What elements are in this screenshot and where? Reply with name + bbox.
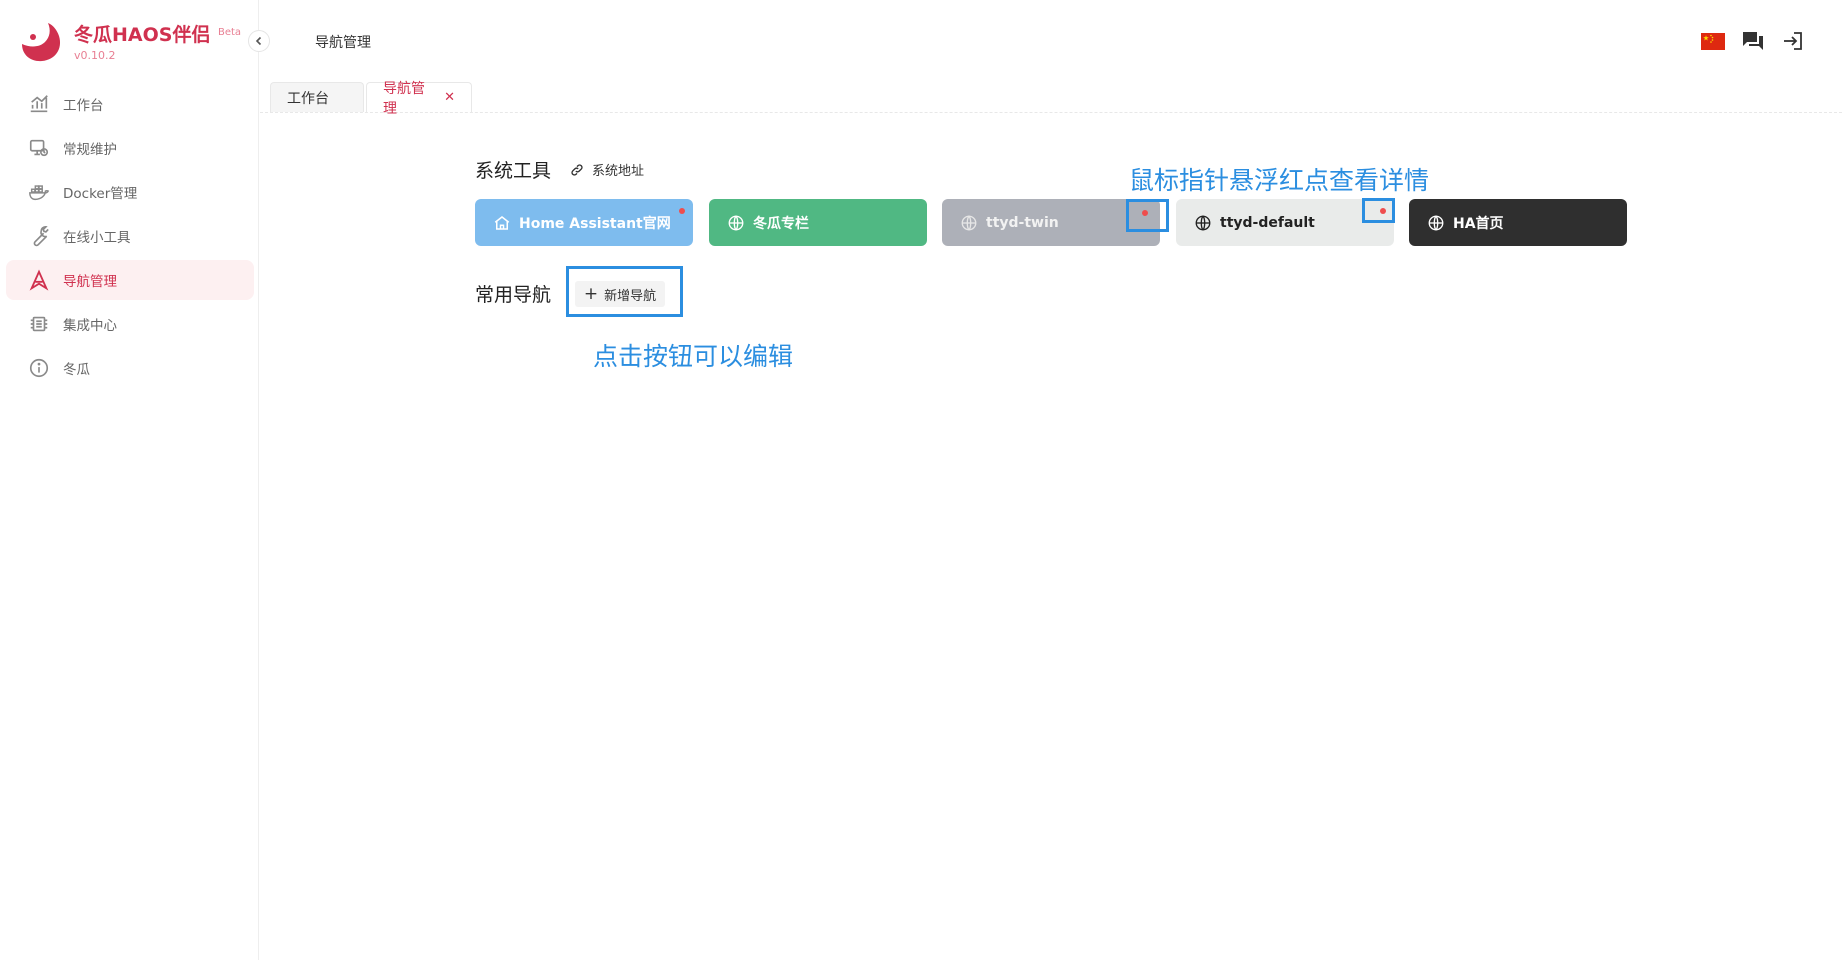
tool-button-label: HA首页 [1453,215,1504,232]
sidebar-item-dashboard[interactable]: 工作台 [6,84,254,124]
link-icon [571,163,583,176]
sidebar-item-label: 在线小工具 [63,230,131,246]
tool-button-ha-home[interactable]: HA首页 [1409,199,1627,246]
globe-icon [1195,214,1211,231]
tool-button-label: ttyd-default [1220,214,1315,231]
brand[interactable]: 冬瓜HAOS伴侣 Beta v0.10.2 [18,18,248,68]
close-icon[interactable]: ✕ [444,90,455,105]
sidebar-item-docker[interactable]: Docker管理 [6,172,254,212]
tab-label: 工作台 [287,90,329,107]
sidebar-item-label: Docker管理 [63,186,138,202]
globe-icon [961,214,977,231]
collapse-sidebar-button[interactable] [248,30,270,52]
info-icon [29,358,49,378]
tool-button-ttyd-default[interactable]: ttyd-default [1176,199,1394,246]
sidebar-item-label: 常规维护 [63,142,117,158]
navigation-icon [29,269,49,291]
click-tip-annotation: 点击按钮可以编辑 [593,342,794,371]
chat-icon [1743,32,1763,50]
docker-icon [29,185,50,201]
beta-badge: Beta [218,27,242,38]
globe-icon [1428,214,1444,231]
sidebar: 冬瓜HAOS伴侣 Beta v0.10.2 工作台 常规维护 Docker管理 [0,0,259,960]
sidebar-item-online-tools[interactable]: 在线小工具 [6,216,254,256]
system-address-link[interactable]: 系统地址 [570,160,644,179]
sidebar-item-label: 工作台 [63,98,104,114]
tab-dashboard[interactable]: 工作台 [270,82,364,112]
plus-icon: + [583,283,599,304]
add-navigation-button[interactable]: + 新增导航 [575,281,665,307]
sidebar-menu: 工作台 常规维护 Docker管理 在线小工具 导航管理 集成中心 冬瓜 [6,84,254,392]
sidebar-item-maintenance[interactable]: 常规维护 [6,128,254,168]
maintenance-icon [29,139,49,157]
tool-button-home-assistant[interactable]: Home Assistant官网 [475,199,693,246]
tool-button-donggua-column[interactable]: 冬瓜专栏 [709,199,927,246]
system-tools-title: 系统工具 [475,160,552,182]
tool-button-label: 冬瓜专栏 [753,215,809,232]
tab-label: 导航管理 [383,80,425,117]
status-dot[interactable] [1380,208,1386,214]
header-actions [1693,28,1813,54]
china-flag-icon [1701,32,1725,50]
globe-icon [728,214,744,231]
page-title: 导航管理 [315,35,371,51]
feedback-button[interactable] [1733,28,1773,54]
sidebar-item-navigation[interactable]: 导航管理 [6,260,254,300]
chevron-left-icon [255,36,262,46]
sidebar-item-label: 导航管理 [63,274,117,290]
status-dot[interactable] [679,208,685,214]
sidebar-item-about[interactable]: 冬瓜 [6,348,254,388]
language-button[interactable] [1693,28,1733,54]
sidebar-item-integration[interactable]: 集成中心 [6,304,254,344]
header: 导航管理 [260,0,1842,80]
status-dot[interactable] [1142,210,1148,216]
tool-button-label: Home Assistant官网 [519,215,671,232]
app-version: v0.10.2 [74,49,116,62]
chip-icon [30,316,48,332]
page-tabs: 工作台 导航管理 ✕ [260,80,1842,117]
system-address-label: 系统地址 [592,164,645,179]
sidebar-item-label: 集成中心 [63,318,117,334]
sidebar-item-label: 冬瓜 [63,362,90,378]
wrench-icon [33,226,49,247]
chart-icon [30,95,48,113]
add-navigation-label: 新增导航 [604,288,657,304]
logout-button[interactable] [1773,28,1813,54]
common-nav-title: 常用导航 [475,284,552,306]
tab-navigation[interactable]: 导航管理 ✕ [366,81,472,117]
tool-button-label: ttyd-twin [986,214,1059,231]
brand-title: 冬瓜HAOS伴侣 [74,24,211,46]
hover-tip-annotation: 鼠标指针悬浮红点查看详情 [1129,166,1430,195]
home-icon [494,215,510,230]
logout-icon [1784,32,1802,50]
tool-button-ttyd-twin[interactable]: ttyd-twin [942,199,1160,246]
brand-logo-icon [22,23,61,62]
